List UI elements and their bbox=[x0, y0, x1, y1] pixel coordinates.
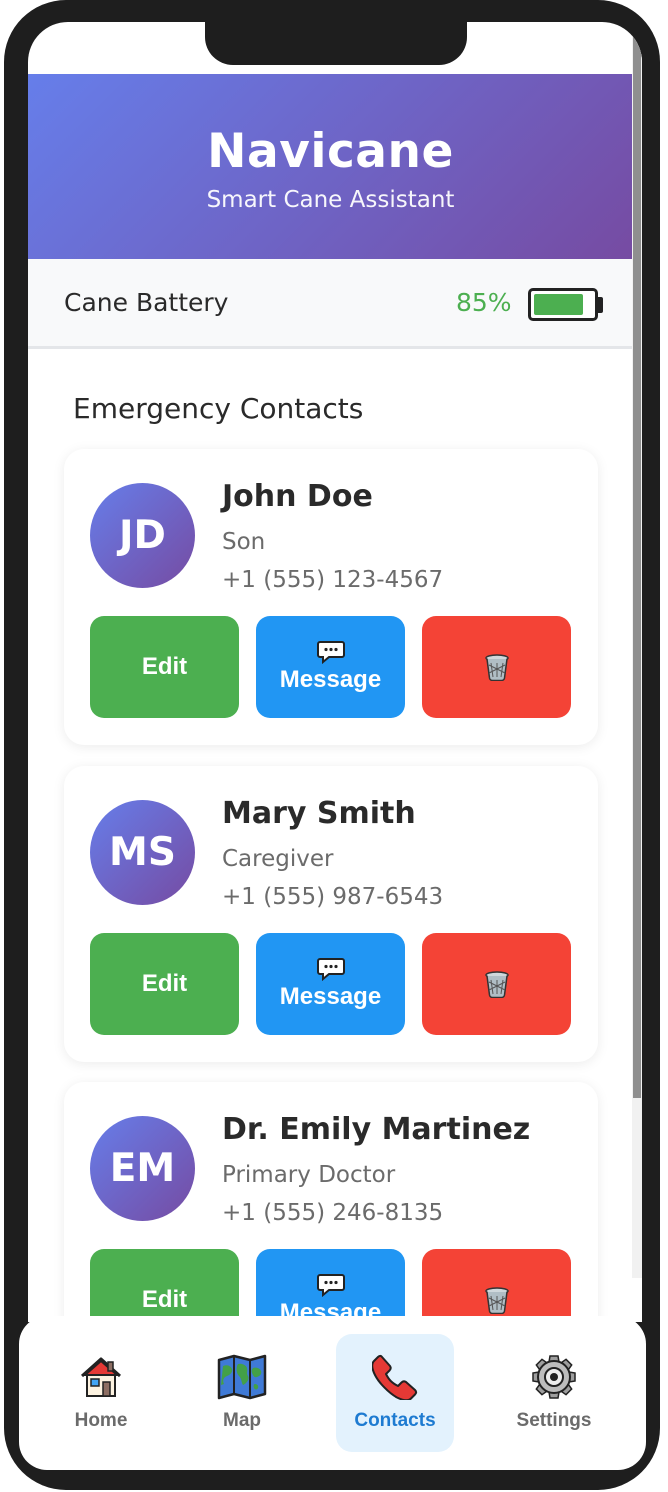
contact-card: EM Dr. Emily Martinez Primary Doctor +1 … bbox=[64, 1082, 598, 1322]
trash-icon bbox=[484, 971, 509, 998]
trash-icon bbox=[484, 654, 509, 681]
contact-relation: Caregiver bbox=[222, 846, 334, 872]
contact-name: John Doe bbox=[222, 479, 373, 514]
message-button[interactable]: Message bbox=[256, 616, 405, 718]
delete-button[interactable] bbox=[422, 616, 571, 718]
contact-phone: +1 (555) 246-8135 bbox=[222, 1200, 444, 1226]
world-map-icon bbox=[217, 1354, 267, 1400]
delete-button[interactable] bbox=[422, 933, 571, 1035]
delete-button[interactable] bbox=[422, 1249, 571, 1322]
battery-fill bbox=[534, 294, 583, 315]
contact-name: Dr. Emily Martinez bbox=[222, 1112, 531, 1147]
message-button-label: Message bbox=[279, 666, 382, 693]
message-button[interactable]: Message bbox=[256, 933, 405, 1035]
contact-relation: Son bbox=[222, 529, 266, 555]
battery-tip bbox=[598, 297, 603, 313]
nav-label: Home bbox=[74, 1410, 128, 1431]
edit-button[interactable]: Edit bbox=[90, 933, 239, 1035]
speech-bubble-icon bbox=[316, 1274, 345, 1297]
nav-item-home[interactable]: Home bbox=[42, 1334, 160, 1452]
message-button[interactable]: Message bbox=[256, 1249, 405, 1322]
avatar: MS bbox=[90, 800, 195, 905]
contact-phone: +1 (555) 987-6543 bbox=[222, 884, 444, 910]
gear-icon bbox=[532, 1355, 576, 1399]
edit-button-label: Edit bbox=[141, 653, 188, 680]
nav-label: Map bbox=[223, 1410, 261, 1431]
app-screen: Navicane Smart Cane Assistant Cane Batte… bbox=[28, 22, 642, 1322]
app-subtitle: Smart Cane Assistant bbox=[206, 187, 455, 213]
nav-label: Contacts bbox=[354, 1410, 436, 1431]
house-icon bbox=[80, 1357, 122, 1397]
edit-button[interactable]: Edit bbox=[90, 1249, 239, 1322]
battery-percent: 85% bbox=[456, 288, 512, 317]
nav-item-settings[interactable]: Settings bbox=[495, 1334, 613, 1452]
contact-card: MS Mary Smith Caregiver +1 (555) 987-654… bbox=[64, 766, 598, 1062]
message-button-label: Message bbox=[279, 983, 382, 1010]
scrollbar[interactable] bbox=[632, 22, 642, 1278]
app-title: Navicane bbox=[207, 124, 454, 179]
speech-bubble-icon bbox=[316, 641, 345, 664]
edit-button[interactable]: Edit bbox=[90, 616, 239, 718]
avatar: JD bbox=[90, 483, 195, 588]
edit-button-label: Edit bbox=[141, 1286, 188, 1313]
battery-status-bar: Cane Battery 85% bbox=[28, 259, 633, 349]
avatar: EM bbox=[90, 1116, 195, 1221]
app-header: Navicane Smart Cane Assistant bbox=[28, 74, 633, 259]
section-title: Emergency Contacts bbox=[73, 392, 364, 425]
phone-notch bbox=[205, 12, 467, 65]
contact-phone: +1 (555) 123-4567 bbox=[222, 567, 444, 593]
nav-item-contacts[interactable]: Contacts bbox=[336, 1334, 454, 1452]
bottom-nav: Home Map Contacts Settings bbox=[19, 1316, 646, 1470]
trash-icon bbox=[484, 1287, 509, 1314]
battery-label: Cane Battery bbox=[64, 288, 229, 317]
contact-card: JD John Doe Son +1 (555) 123-4567 Edit M… bbox=[64, 449, 598, 745]
contact-name: Mary Smith bbox=[222, 796, 416, 831]
edit-button-label: Edit bbox=[141, 970, 188, 997]
speech-bubble-icon bbox=[316, 958, 345, 981]
battery-icon bbox=[528, 288, 598, 321]
nav-label: Settings bbox=[516, 1410, 592, 1431]
telephone-icon bbox=[372, 1354, 418, 1400]
phone-frame: Navicane Smart Cane Assistant Cane Batte… bbox=[4, 0, 660, 1490]
scrollbar-thumb[interactable] bbox=[633, 22, 641, 1098]
contact-relation: Primary Doctor bbox=[222, 1162, 396, 1188]
nav-item-map[interactable]: Map bbox=[183, 1334, 301, 1452]
